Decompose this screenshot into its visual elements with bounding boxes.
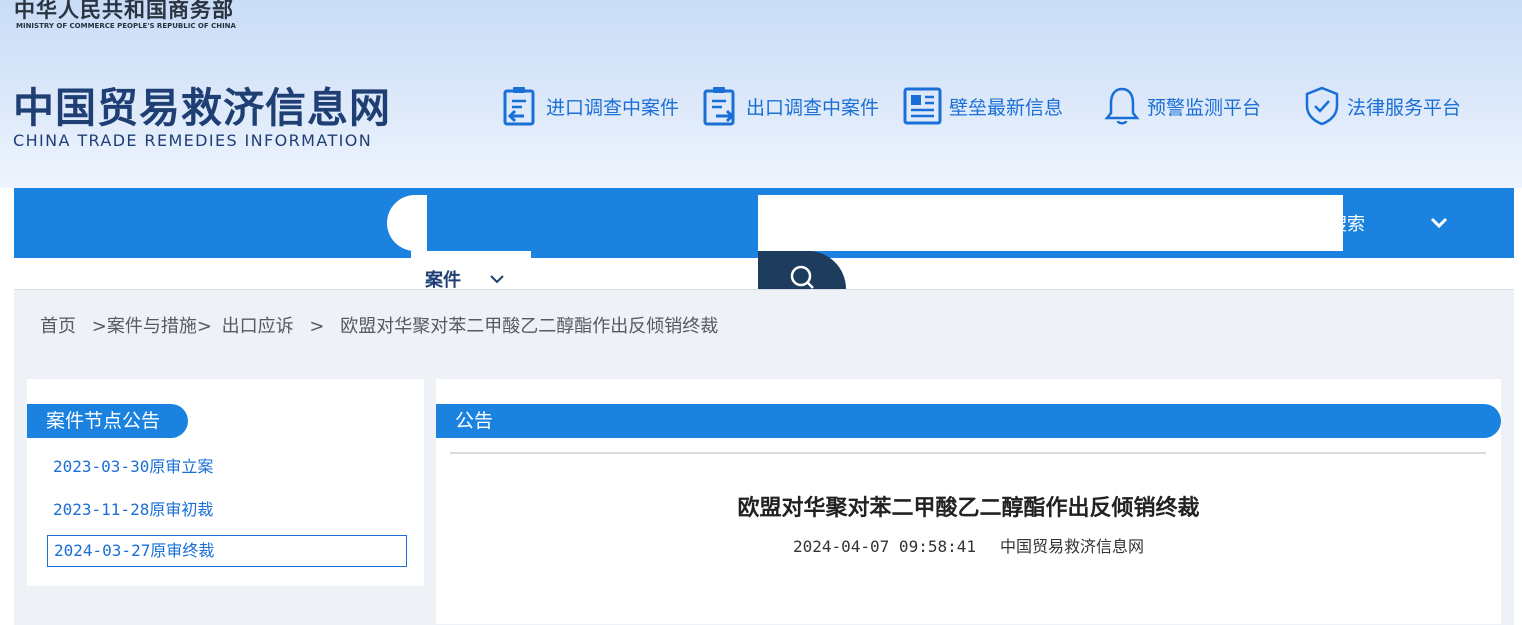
site-logo-en: CHINA TRADE REMEDIES INFORMATION — [13, 131, 373, 150]
breadcrumb: 首页 >案件与措施> 出口应诉 > 欧盟对华聚对苯二甲酸乙二醇酯作出反倾销终裁 — [40, 312, 718, 338]
nav-search-label[interactable]: 搜索 — [1343, 210, 1365, 236]
article-meta: 2024-04-07 09:58:41 中国贸易救济信息网 — [436, 533, 1501, 557]
quicklink-early-warning[interactable]: 预警监测平台 — [1103, 86, 1261, 126]
quicklink-label: 进口调查中案件 — [546, 96, 680, 119]
sidebar-item-filing[interactable]: 2023-03-30原审立案 — [53, 453, 213, 477]
search-icon — [790, 265, 814, 289]
quicklink-label: 壁垒最新信息 — [949, 96, 1064, 119]
site-logo-cn[interactable]: 中国贸易救济信息网 — [13, 74, 391, 134]
breadcrumb-cases[interactable]: >案件与措施> — [92, 316, 212, 337]
breadcrumb-separator: > — [309, 316, 325, 337]
breadcrumb-home[interactable]: 首页 — [40, 316, 76, 337]
article-source: 中国贸易救济信息网 — [1000, 537, 1145, 556]
article-title: 欧盟对华聚对苯二甲酸乙二醇酯作出反倾销终裁 — [737, 495, 1200, 521]
nav-dropdown-toggle[interactable] — [1428, 213, 1450, 237]
chevron-down-icon — [490, 275, 504, 284]
bell-icon — [1104, 87, 1140, 125]
quicklink-label: 出口调查中案件 — [746, 96, 880, 119]
chevron-down-icon — [1430, 217, 1448, 229]
sidebar-title: 案件节点公告 — [27, 404, 188, 438]
divider — [450, 452, 1486, 454]
ministry-name-cn[interactable]: 中华人民共和国商务部 — [14, 0, 234, 24]
quicklink-import-cases[interactable]: 进口调查中案件 — [502, 86, 679, 126]
quicklink-export-cases[interactable]: 出口调查中案件 — [702, 86, 879, 126]
sidebar-item-preliminary[interactable]: 2023-11-28原审初裁 — [53, 496, 213, 520]
breadcrumb-export-response[interactable]: 出口应诉 — [222, 316, 294, 337]
section-title: 公告 — [436, 404, 1501, 438]
quicklink-label: 预警监测平台 — [1147, 96, 1262, 119]
sidebar-item-final-active[interactable]: 2024-03-27原审终裁 — [47, 535, 407, 567]
quicklink-label: 法律服务平台 — [1347, 96, 1462, 119]
search-input[interactable] — [758, 195, 1343, 251]
news-icon — [903, 87, 942, 125]
quicklink-legal-services[interactable]: 法律服务平台 — [1303, 86, 1461, 126]
export-case-icon — [703, 87, 735, 126]
breadcrumb-current: 欧盟对华聚对苯二甲酸乙二醇酯作出反倾销终裁 — [340, 316, 719, 337]
import-case-icon — [503, 87, 535, 126]
quicklink-barrier-news[interactable]: 壁垒最新信息 — [903, 86, 1063, 126]
ministry-name-en: MINISTRY OF COMMERCE PEOPLE'S REPUBLIC O… — [16, 22, 236, 30]
shield-check-icon — [1305, 86, 1339, 126]
article-datetime: 2024-04-07 09:58:41 — [792, 537, 976, 556]
